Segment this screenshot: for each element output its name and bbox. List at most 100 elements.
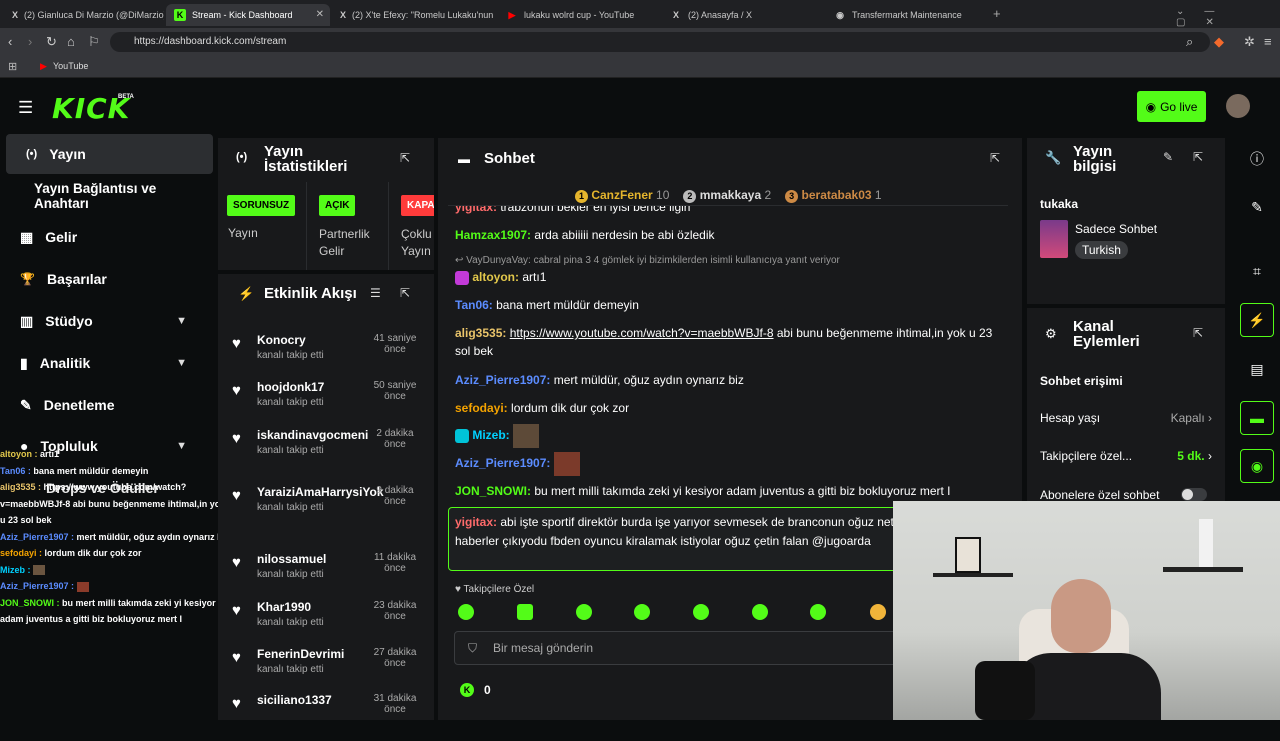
- close-tab-icon[interactable]: ✕: [316, 9, 324, 20]
- hamburger-menu-icon[interactable]: ☰: [18, 98, 33, 118]
- leaderboard-item[interactable]: 2 mmakkaya 2: [683, 188, 771, 203]
- browser-tab[interactable]: ◉ Transfermarkt Maintenance: [826, 4, 986, 26]
- chat-panel-icon[interactable]: ▬: [1240, 401, 1274, 435]
- sidebar-item-basarilar[interactable]: 🏆 Başarılar: [0, 259, 207, 299]
- emote-picker-item[interactable]: [870, 604, 886, 620]
- browser-tab[interactable]: X (2) X'te Efexy: "Romelu Lukaku'nun D: [332, 4, 496, 26]
- broadcast-icon: (•): [26, 148, 38, 160]
- menu-icon[interactable]: ≡: [1264, 34, 1272, 49]
- info-icon[interactable]: ⓘ: [1240, 142, 1274, 176]
- activity-item[interactable]: ♥ hoojdonk17 kanalı takip etti 50 saniye ön…: [222, 376, 428, 428]
- emote-picker-item[interactable]: [634, 604, 650, 620]
- browser-tab[interactable]: X (2) Anasayfa / X: [662, 4, 822, 26]
- sidebar-item-yayin[interactable]: (•) Yayın: [6, 134, 213, 174]
- zoom-icon[interactable]: ⌕: [1186, 34, 1193, 50]
- popout-icon[interactable]: ⇱: [990, 151, 1000, 165]
- setting-row-account-age[interactable]: Hesap yaşı Kapalı ›: [1040, 411, 1212, 425]
- popout-icon[interactable]: ⇱: [1193, 150, 1203, 164]
- sidebar-item-studyo[interactable]: ▥ Stüdyo ▼: [0, 301, 207, 341]
- category-name[interactable]: Sadece Sohbet: [1075, 222, 1157, 236]
- document-icon[interactable]: ▤: [1240, 352, 1274, 386]
- sidebar-item-denetleme[interactable]: ✎ Denetleme: [0, 385, 207, 425]
- stats-columns: SORUNSUZ Yayın AÇIK Partnerlik Gelir KAP…: [218, 182, 434, 270]
- overlay-chat-line: JON_SNOWI : bu mert milli takımda zeki y…: [0, 597, 216, 625]
- heart-icon: ♥: [232, 695, 241, 712]
- sidebar-item-gelir[interactable]: ▦ Gelir: [0, 217, 207, 257]
- emote-picker-item[interactable]: [576, 604, 592, 620]
- activity-item[interactable]: ♥ Khar1990 kanalı takip etti 23 dakika önce: [222, 596, 428, 648]
- reload-icon[interactable]: ↻: [46, 34, 57, 50]
- shield-icon: ⛉: [468, 641, 478, 655]
- kick-header: [0, 80, 1280, 134]
- channel-points[interactable]: K0: [460, 683, 491, 697]
- emote-picker-item[interactable]: [458, 604, 474, 620]
- home-icon[interactable]: ⌂: [67, 34, 75, 49]
- popout-icon[interactable]: ⇱: [400, 286, 410, 300]
- activity-user[interactable]: YaraiziAmaHarrysiYok: [257, 485, 384, 499]
- activity-user[interactable]: siciliano1337: [257, 693, 332, 707]
- new-tab-icon[interactable]: +: [993, 6, 1001, 21]
- popout-icon[interactable]: ⇱: [400, 151, 410, 165]
- browser-tab[interactable]: X (2) Gianluca Di Marzio (@DiMarzio) /: [4, 4, 164, 26]
- activity-user[interactable]: Konocry: [257, 333, 306, 347]
- sidebar-item-label: Denetleme: [43, 397, 115, 413]
- brave-shield-icon[interactable]: ◆: [1214, 34, 1224, 50]
- beta-badge: BETA: [118, 94, 134, 100]
- activity-item[interactable]: ♥ iskandinavgocmeni kanalı takip etti 2 dak…: [222, 424, 428, 476]
- address-bar[interactable]: https://dashboard.kick.com/stream: [110, 32, 1210, 52]
- bookmark-youtube[interactable]: YouTube: [53, 61, 88, 71]
- browser-tab-active[interactable]: K Stream - Kick Dashboard ✕: [166, 4, 330, 26]
- overlay-chat-line: Tan06 : bana mert müldür demeyin: [0, 465, 149, 476]
- go-live-button[interactable]: ◉ Go live: [1137, 91, 1206, 122]
- bookmark-icon[interactable]: ⚐: [88, 34, 100, 50]
- youtube-icon: ▶: [508, 9, 516, 20]
- activity-user[interactable]: iskandinavgocmeni: [257, 428, 368, 442]
- bolt-panel-icon[interactable]: ⚡: [1240, 303, 1274, 337]
- sidebar-item-analitik[interactable]: ▮ Analitik ▼: [0, 343, 207, 383]
- tab-title: (2) Gianluca Di Marzio (@DiMarzio) /: [24, 10, 164, 20]
- chat-link[interactable]: https://www.youtube.com/watch?v=maebbWBJ…: [510, 326, 774, 340]
- leaderboard-item[interactable]: 3 beratabak03 1: [785, 188, 882, 203]
- stat-label: Partnerlik Gelir: [319, 227, 370, 258]
- avatar[interactable]: [1226, 94, 1250, 118]
- setting-row-followers-only[interactable]: Takipçilere özel... 5 dk. ›: [1040, 449, 1212, 463]
- sidebar-item-label: Başarılar: [46, 271, 107, 287]
- emote-picker-item[interactable]: [693, 604, 709, 620]
- activity-item[interactable]: ♥ Konocry kanalı takip etti 41 saniye önce: [222, 329, 428, 381]
- overlay-chat-line: altoyon : artı1: [0, 449, 60, 459]
- filter-icon[interactable]: ☰: [370, 286, 381, 300]
- forward-icon[interactable]: ›: [28, 34, 32, 49]
- popout-icon[interactable]: ⇱: [1193, 326, 1203, 340]
- back-icon[interactable]: ‹: [8, 34, 12, 49]
- activity-item[interactable]: ♥ nilossamuel kanalı takip etti 11 dakika ö…: [222, 548, 428, 600]
- activity-item[interactable]: ♥ YaraiziAmaHarrysiYok kanalı takip etti 9 …: [222, 481, 428, 533]
- emote-picker-item[interactable]: [810, 604, 826, 620]
- activity-user[interactable]: FenerinDevrimi: [257, 647, 344, 661]
- emote-picker-item[interactable]: [517, 604, 533, 620]
- stream-stats-panel: (•) Yayın İstatistikleri ⇱ SORUNSUZ Yayın…: [218, 138, 434, 270]
- activity-item[interactable]: ♥ FenerinDevrimi kanalı takip etti 27 dakik…: [222, 643, 428, 695]
- stat-multistream: KAPALI Çoklu Yayın: [401, 195, 434, 260]
- activity-time: 23 dakika önce: [373, 600, 417, 622]
- activity-user[interactable]: Khar1990: [257, 600, 311, 614]
- chat-message: Aziz_Pierre1907:: [455, 452, 1010, 476]
- extensions-icon[interactable]: ✲: [1244, 34, 1255, 50]
- kick-points-icon: K: [460, 683, 474, 697]
- emote-picker-item[interactable]: [752, 604, 768, 620]
- window-controls[interactable]: ⌄—▢✕: [1176, 6, 1280, 28]
- edit-icon[interactable]: ✎: [1163, 150, 1173, 164]
- broadcast-panel-icon[interactable]: ◉: [1240, 449, 1274, 483]
- go-live-label: Go live: [1160, 99, 1198, 114]
- chat-message: altoyon: artı1: [455, 268, 1010, 286]
- leaderboard-item[interactable]: 1 CanzFener 10: [575, 188, 669, 203]
- activity-user[interactable]: nilossamuel: [257, 552, 326, 566]
- activity-user[interactable]: hoojdonk17: [257, 380, 324, 394]
- sidebar-item-stream-key[interactable]: Yayın Bağlantısı ve Anahtarı: [14, 176, 214, 216]
- apps-grid-icon[interactable]: ⊞: [8, 60, 17, 73]
- subscribers-only-toggle[interactable]: [1181, 488, 1207, 501]
- pencil-icon[interactable]: ✎: [1240, 190, 1274, 224]
- crop-icon[interactable]: ⌗: [1240, 254, 1274, 288]
- activity-item[interactable]: ♥ siciliano1337 31 dakika önce: [222, 689, 428, 741]
- browser-tab[interactable]: ▶ lukaku wolrd cup - YouTube: [498, 4, 660, 26]
- heart-icon: ♥: [232, 487, 241, 504]
